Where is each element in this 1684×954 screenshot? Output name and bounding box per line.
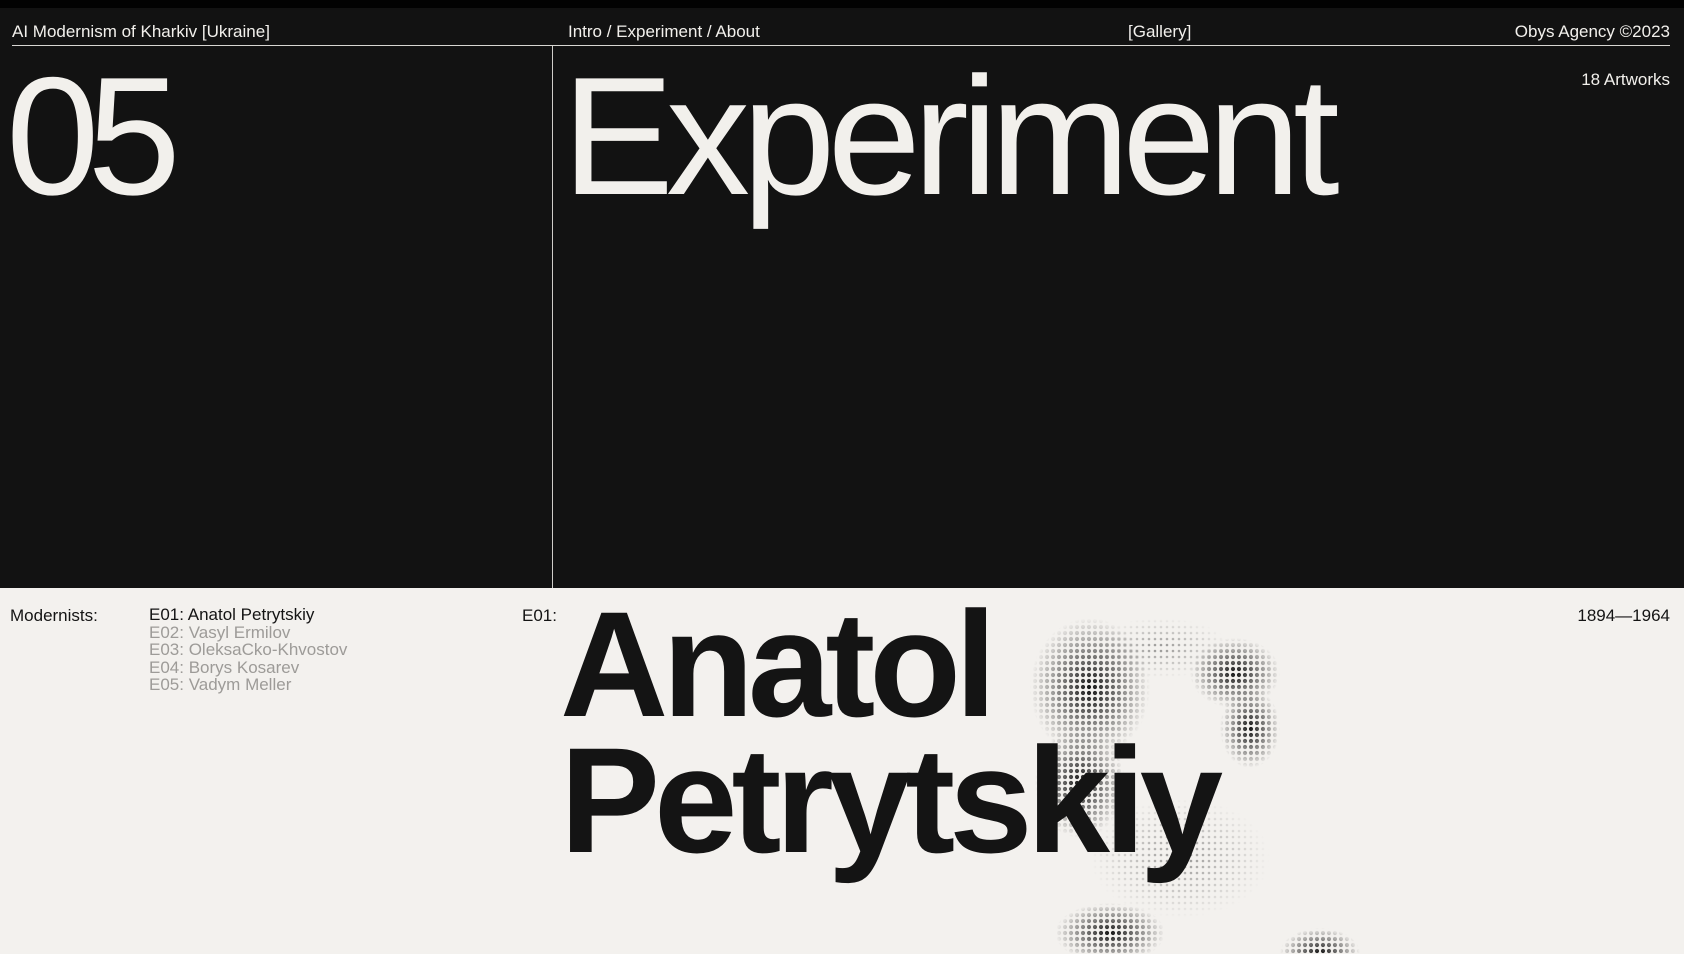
site-title-link[interactable]: AI Modernism of Kharkiv [Ukraine] bbox=[12, 22, 270, 42]
modernist-item-ermilov[interactable]: E02: Vasyl Ermilov bbox=[149, 623, 347, 642]
modernists-label: Modernists: bbox=[10, 606, 98, 625]
header: AI Modernism of Kharkiv [Ukraine] Intro … bbox=[0, 8, 1684, 46]
artworks-count: 18 Artworks bbox=[1581, 70, 1670, 89]
modernist-item-petrytskiy[interactable]: E01: Anatol Petrytskiy bbox=[149, 606, 347, 624]
modernists-list: E01: Anatol Petrytskiy E02: Vasyl Ermilo… bbox=[149, 606, 347, 694]
agency-credit-link[interactable]: Obys Agency ©2023 bbox=[1515, 22, 1670, 42]
artist-first-name: Anatol bbox=[560, 588, 997, 748]
artist-name: Anatol Petrytskiy bbox=[560, 588, 1223, 884]
vertical-divider bbox=[552, 46, 553, 588]
modernist-item-khvostov[interactable]: E03: OleksaCko-Khvostov bbox=[149, 641, 347, 659]
artist-years: 1894—1964 bbox=[1577, 606, 1670, 625]
modernist-item-meller[interactable]: E05: Vadym Meller bbox=[149, 676, 347, 694]
artist-last-name: Petrytskiy bbox=[560, 716, 1223, 884]
modernist-item-kosarev[interactable]: E04: Borys Kosarev bbox=[149, 659, 347, 677]
main-nav[interactable]: Intro / Experiment / About bbox=[568, 22, 760, 42]
section-number: 05 bbox=[6, 42, 181, 230]
gallery-link[interactable]: [Gallery] bbox=[1128, 22, 1191, 42]
section-hero: 05 Experiment 18 Artworks bbox=[0, 46, 1684, 588]
artist-panel: Modernists: E01: Anatol Petrytskiy E02: … bbox=[0, 588, 1684, 954]
artist-code: E01: bbox=[522, 606, 557, 625]
top-strip bbox=[0, 0, 1684, 8]
page: AI Modernism of Kharkiv [Ukraine] Intro … bbox=[0, 0, 1684, 954]
section-title: Experiment bbox=[562, 42, 1340, 230]
